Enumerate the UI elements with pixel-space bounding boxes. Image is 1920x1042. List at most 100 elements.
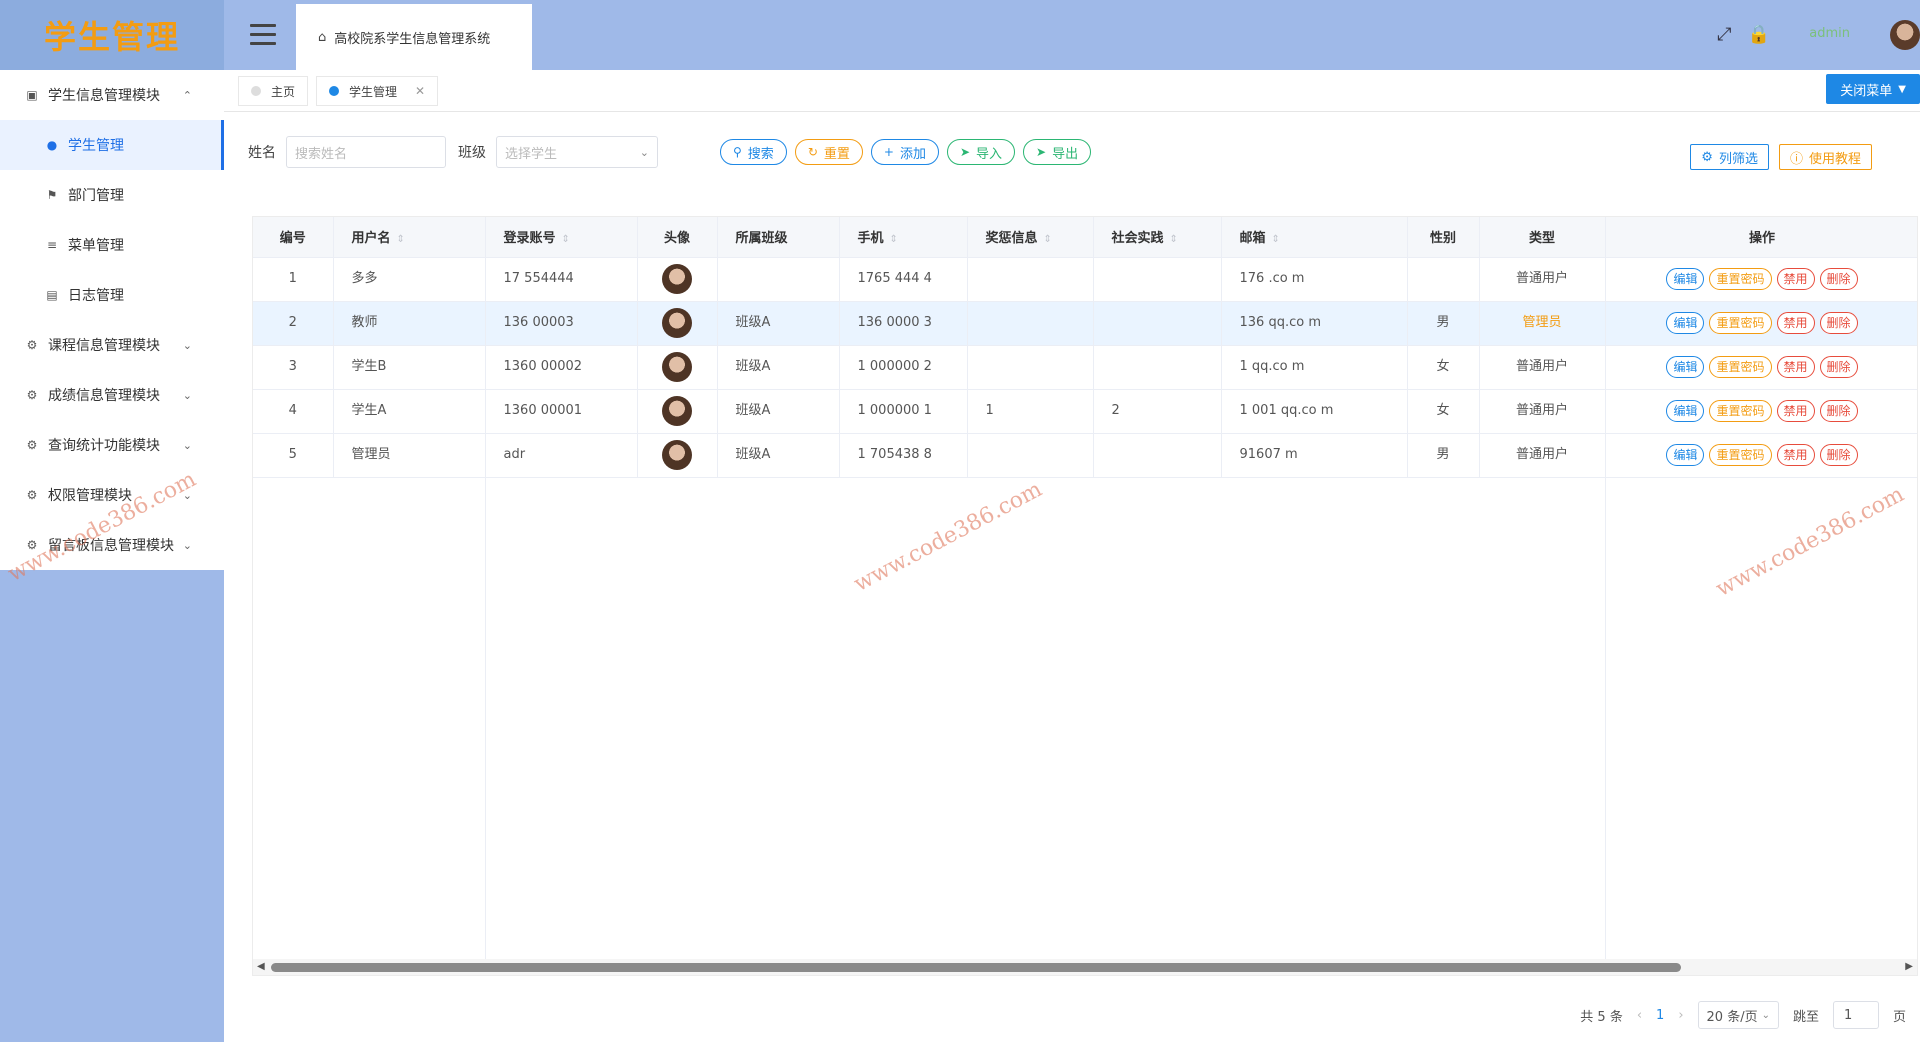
tab-dot	[329, 86, 339, 96]
sidebar-item-permission-module[interactable]: ⚙ 权限管理模块 ⌄	[0, 470, 224, 520]
reset-password-button[interactable]: 重置密码	[1709, 268, 1772, 290]
scroll-right-icon[interactable]: ▶	[1905, 961, 1913, 972]
avatar[interactable]	[662, 440, 692, 470]
scroll-left-icon[interactable]: ◀	[257, 961, 265, 972]
sort-icon[interactable]: ⇕	[1044, 234, 1052, 245]
sidebar-item-label: 成绩信息管理模块	[48, 388, 160, 404]
name-search-input[interactable]: 搜索姓名	[286, 136, 446, 168]
sidebar-item-student-info-module[interactable]: ▣ 学生信息管理模块 ⌃	[0, 70, 224, 120]
col-header-username[interactable]: 用户名 ⇕	[333, 217, 486, 258]
edit-button[interactable]: 编辑	[1666, 356, 1705, 378]
reset-button[interactable]: ↻ 重置	[794, 139, 863, 165]
tutorial-button[interactable]: ⓘ 使用教程	[1778, 144, 1872, 170]
reset-password-button[interactable]: 重置密码	[1709, 312, 1772, 334]
sidebar-item-message-module[interactable]: ⚙ 留言板信息管理模块 ⌄	[0, 520, 224, 570]
column-divider	[1605, 257, 1606, 959]
right-tools: ⚙ 列筛选 ⓘ 使用教程	[1690, 144, 1872, 170]
avatar[interactable]	[662, 264, 692, 294]
horizontal-scrollbar[interactable]: ◀ ▶	[253, 959, 1917, 975]
import-button[interactable]: ➤ 导入	[946, 139, 1016, 165]
delete-button[interactable]: 删除	[1819, 444, 1858, 466]
export-button[interactable]: ➤ 导出	[1023, 139, 1092, 165]
disable-button[interactable]: 禁用	[1776, 356, 1815, 378]
sort-icon[interactable]: ⇕	[397, 234, 405, 245]
page-size-select[interactable]: 20 条/页 ⌄	[1697, 1001, 1779, 1029]
avatar[interactable]	[662, 352, 692, 382]
cell-type: 普通用户	[1479, 257, 1606, 302]
reset-password-button[interactable]: 重置密码	[1709, 444, 1772, 466]
table-row[interactable]: 4 学生A 1360 00001 班级A 1 000000 1 1 2 1 00…	[253, 389, 1917, 434]
delete-button[interactable]: 删除	[1819, 268, 1858, 290]
name-placeholder: 搜索姓名	[295, 146, 348, 162]
edit-button[interactable]: 编辑	[1666, 312, 1705, 334]
page-number[interactable]: 1	[1656, 1008, 1664, 1023]
class-select[interactable]: 选择学生 ⌄	[496, 136, 658, 168]
col-header-account[interactable]: 登录账号 ⇕	[485, 217, 638, 258]
disable-button[interactable]: 禁用	[1776, 312, 1815, 334]
table-row[interactable]: 2 教师 136 00003 班级A 136 0000 3 136 qq.co …	[253, 301, 1917, 346]
cell-phone: 136 0000 3	[839, 301, 968, 346]
scrollbar-thumb[interactable]	[271, 963, 1681, 972]
sidebar-item-dept-manage[interactable]: ⚑ 部门管理	[0, 170, 224, 220]
col-header-email[interactable]: 邮箱 ⇕	[1221, 217, 1408, 258]
reset-password-button[interactable]: 重置密码	[1709, 400, 1772, 422]
system-title-tab[interactable]: ⌂ 高校院系学生信息管理系统	[296, 4, 532, 70]
table-row[interactable]: 1 多多 17 554444 1765 444 4 176 .co m 普通用户	[253, 257, 1917, 302]
hamburger-icon[interactable]	[250, 24, 276, 46]
goto-value: 1	[1843, 1007, 1853, 1023]
sidebar-item-log-manage[interactable]: ▤ 日志管理	[0, 270, 224, 320]
edit-button[interactable]: 编辑	[1666, 268, 1705, 290]
data-table: 编号 用户名 ⇕ 登录账号 ⇕ 头像 所属班级 手机 ⇕ 奖惩信息 ⇕ 社会实践 ⇕ 邮箱…	[253, 217, 1917, 478]
sidebar-item-course-module[interactable]: ⚙ 课程信息管理模块 ⌄	[0, 320, 224, 370]
reset-password-button[interactable]: 重置密码	[1709, 356, 1772, 378]
sidebar-item-query-module[interactable]: ⚙ 查询统计功能模块 ⌄	[0, 420, 224, 470]
edit-button[interactable]: 编辑	[1666, 444, 1705, 466]
tab-home[interactable]: 主页	[238, 76, 309, 106]
prev-page-icon[interactable]: ‹	[1637, 1008, 1642, 1023]
table-row[interactable]: 5 管理员 adr 班级A 1 705438 8 91607 m 男 普通用户	[253, 433, 1917, 478]
avatar[interactable]	[662, 396, 692, 426]
sidebar-item-student-manage[interactable]: ● 学生管理	[0, 120, 224, 170]
disable-button[interactable]: 禁用	[1776, 268, 1815, 290]
close-icon[interactable]: ✕	[415, 84, 425, 98]
edit-button[interactable]: 编辑	[1666, 400, 1705, 422]
disable-button[interactable]: 禁用	[1776, 444, 1815, 466]
next-page-icon[interactable]: ›	[1678, 1008, 1683, 1023]
disable-button[interactable]: 禁用	[1776, 400, 1815, 422]
sidebar-item-label: 权限管理模块	[48, 488, 132, 504]
col-header-practice[interactable]: 社会实践 ⇕	[1093, 217, 1222, 258]
lock-icon[interactable]: 🔒	[1748, 24, 1770, 45]
delete-button[interactable]: 删除	[1819, 400, 1858, 422]
col-header-id[interactable]: 编号	[253, 217, 334, 258]
avatar[interactable]	[662, 308, 692, 338]
search-button[interactable]: ⚲ 搜索	[720, 139, 787, 165]
header-tools: ⤢ 🔒	[1717, 24, 1770, 45]
delete-button[interactable]: 删除	[1819, 312, 1858, 334]
delete-button[interactable]: 删除	[1819, 356, 1858, 378]
tab-student-manage[interactable]: 学生管理 ✕	[316, 76, 439, 106]
table-row[interactable]: 3 学生B 1360 00002 班级A 1 000000 2 1 qq.co …	[253, 345, 1917, 390]
col-header-reward[interactable]: 奖惩信息 ⇕	[967, 217, 1094, 258]
avatar[interactable]	[1890, 20, 1920, 50]
sort-icon[interactable]: ⇕	[1170, 234, 1178, 245]
cell-phone: 1 000000 2	[839, 345, 968, 390]
list-icon: ≡	[46, 238, 58, 252]
sort-icon[interactable]: ⇕	[1272, 234, 1280, 245]
sidebar-item-grade-module[interactable]: ⚙ 成绩信息管理模块 ⌄	[0, 370, 224, 420]
user-table: 编号 用户名 ⇕ 登录账号 ⇕ 头像 所属班级 手机 ⇕ 奖惩信息 ⇕ 社会实践 ⇕ 邮箱…	[252, 216, 1918, 976]
sort-icon[interactable]: ⇕	[890, 234, 898, 245]
sidebar-item-menu-manage[interactable]: ≡ 菜单管理	[0, 220, 224, 270]
close-menu-button[interactable]: 关闭菜单 ▼	[1826, 74, 1920, 104]
sort-icon[interactable]: ⇕	[562, 234, 570, 245]
col-header-gender: 性别	[1407, 217, 1480, 258]
add-label: 添加	[899, 146, 926, 162]
fullscreen-icon[interactable]: ⤢	[1717, 24, 1731, 45]
user-name[interactable]: admin	[1809, 26, 1850, 41]
add-button[interactable]: + 添加	[870, 139, 939, 165]
column-filter-button[interactable]: ⚙ 列筛选	[1690, 144, 1769, 170]
cell-actions: 编辑 重置密码 禁用 删除	[1605, 301, 1917, 346]
gear-icon: ⚙	[26, 438, 38, 452]
goto-page-input[interactable]: 1	[1832, 1001, 1879, 1029]
col-header-phone[interactable]: 手机 ⇕	[839, 217, 968, 258]
class-placeholder: 选择学生	[505, 146, 558, 162]
